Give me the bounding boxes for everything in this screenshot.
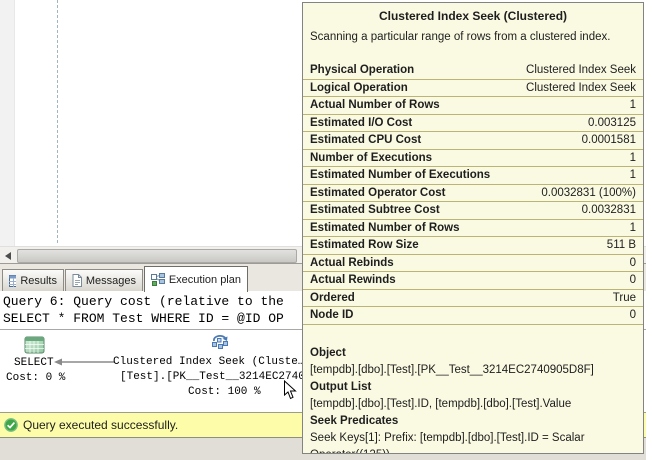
tooltip-row-value: True xyxy=(613,291,636,306)
editor-selection-margin xyxy=(0,0,15,246)
tooltip-row: Estimated Number of Executions 1 xyxy=(303,167,643,185)
tooltip-section-value: [tempdb].[dbo].[Test].[PK__Test__3214EC2… xyxy=(310,362,636,379)
tooltip-row-label: Ordered xyxy=(310,291,355,306)
tooltip-row-value: 0.0032831 (100%) xyxy=(541,186,636,201)
select-node-icon[interactable] xyxy=(24,336,45,354)
tab-results[interactable]: Results xyxy=(2,269,64,292)
tab-execution-plan-label: Execution plan xyxy=(169,274,241,286)
tooltip-row-value: Clustered Index Seek xyxy=(526,81,636,96)
tooltip-title: Clustered Index Seek (Clustered) xyxy=(303,9,643,23)
clustered-index-seek-icon[interactable] xyxy=(210,332,231,350)
tooltip-row: Estimated I/O Cost 0.003125 xyxy=(303,115,643,133)
tooltip-row: Actual Number of Rows 1 xyxy=(303,97,643,115)
left-arrow-icon xyxy=(5,252,12,260)
tooltip-row-label: Actual Rebinds xyxy=(310,256,394,271)
ssms-window: Results Messages Execution plan xyxy=(0,0,652,460)
results-grid-icon xyxy=(9,275,16,287)
tooltip-row: Actual Rebinds 0 xyxy=(303,255,643,273)
mouse-cursor-icon xyxy=(283,380,297,400)
tooltip-row-label: Node ID xyxy=(310,308,353,323)
tooltip-row-value: 1 xyxy=(630,151,636,166)
tooltip-row-value: 0 xyxy=(630,256,636,271)
tooltip-row-label: Estimated Operator Cost xyxy=(310,186,445,201)
tooltip-row-value: 0 xyxy=(630,308,636,323)
tab-messages-label: Messages xyxy=(86,275,136,287)
tooltip-row-label: Estimated I/O Cost xyxy=(310,116,412,131)
tooltip-sections: Object[tempdb].[dbo].[Test].[PK__Test__3… xyxy=(303,345,643,455)
tooltip-row-value: 1 xyxy=(630,221,636,236)
tooltip-description: Scanning a particular range of rows from… xyxy=(310,31,636,43)
tooltip-row: Number of Executions 1 xyxy=(303,150,643,168)
tooltip-row: Actual Rewinds 0 xyxy=(303,272,643,290)
tooltip-section-value: Seek Keys[1]: Prefix: [tempdb].[dbo].[Te… xyxy=(310,430,636,455)
tooltip-row: Estimated CPU Cost 0.0001581 xyxy=(303,132,643,150)
window-right-edge xyxy=(646,0,652,460)
seek-node-title[interactable]: Clustered Index Seek (Cluste… xyxy=(113,356,304,368)
tooltip-row-label: Estimated Row Size xyxy=(310,238,419,253)
tooltip-section-title: Output List xyxy=(310,379,636,396)
messages-icon xyxy=(72,274,82,287)
tab-messages[interactable]: Messages xyxy=(65,269,143,292)
tooltip-section-value: [tempdb].[dbo].[Test].ID, [tempdb].[dbo]… xyxy=(310,396,636,413)
tooltip-row: Estimated Number of Rows 1 xyxy=(303,220,643,238)
tab-execution-plan[interactable]: Execution plan xyxy=(144,266,248,292)
tooltip-row-label: Estimated Subtree Cost xyxy=(310,203,440,218)
tooltip-row-label: Estimated Number of Executions xyxy=(310,168,490,183)
tooltip-row: Logical Operation Clustered Index Seek xyxy=(303,80,643,98)
tooltip-row-value: Clustered Index Seek xyxy=(526,63,636,78)
tooltip-row-value: 1 xyxy=(630,168,636,183)
tooltip-row-label: Actual Number of Rows xyxy=(310,98,440,113)
tooltip-row: Ordered True xyxy=(303,290,643,308)
tooltip-rows: Physical OperationClustered Index SeekLo… xyxy=(303,62,643,325)
scroll-left-button[interactable] xyxy=(0,248,16,263)
scrollbar-thumb[interactable] xyxy=(17,249,297,263)
plan-edge-arrow[interactable] xyxy=(54,358,114,366)
seek-node-cost: Cost: 100 % xyxy=(188,386,261,398)
tooltip-row-value: 0.0001581 xyxy=(582,133,636,148)
tooltip-row-label: Estimated CPU Cost xyxy=(310,133,421,148)
tooltip-row-value: 511 B xyxy=(607,238,636,253)
tooltip-row: Estimated Row Size 511 B xyxy=(303,237,643,255)
select-node-label[interactable]: SELECT xyxy=(14,357,54,369)
operator-tooltip: Clustered Index Seek (Clustered) Scannin… xyxy=(302,2,644,454)
check-circle-icon xyxy=(4,418,18,432)
tooltip-row-label: Number of Executions xyxy=(310,151,432,166)
tooltip-row-value: 1 xyxy=(630,98,636,113)
execution-plan-icon xyxy=(151,273,165,286)
tooltip-section-title: Seek Predicates xyxy=(310,413,636,430)
tooltip-row-label: Estimated Number of Rows xyxy=(310,221,460,236)
tooltip-row: Node ID 0 xyxy=(303,307,643,325)
tooltip-row: Estimated Subtree Cost 0.0032831 xyxy=(303,202,643,220)
tooltip-row-label: Physical Operation xyxy=(310,63,414,78)
indent-guide-line xyxy=(57,0,58,243)
tooltip-row-value: 0.003125 xyxy=(588,116,636,131)
tooltip-section-title: Object xyxy=(310,345,636,362)
tooltip-row-label: Logical Operation xyxy=(310,81,408,96)
tooltip-row-value: 0.0032831 xyxy=(582,203,636,218)
tooltip-row: Physical Operation Clustered Index Seek xyxy=(303,62,643,80)
select-node-cost: Cost: 0 % xyxy=(6,372,65,384)
query-statement-text: SELECT * FROM Test WHERE ID = @ID OP xyxy=(3,311,284,326)
status-message: Query executed successfully. xyxy=(23,418,178,432)
tooltip-row-value: 0 xyxy=(630,273,636,288)
tab-results-label: Results xyxy=(20,275,57,287)
tooltip-row: Estimated Operator Cost 0.0032831 (100%) xyxy=(303,185,643,203)
tooltip-row-label: Actual Rewinds xyxy=(310,273,396,288)
query-cost-header: Query 6: Query cost (relative to the xyxy=(3,294,284,309)
